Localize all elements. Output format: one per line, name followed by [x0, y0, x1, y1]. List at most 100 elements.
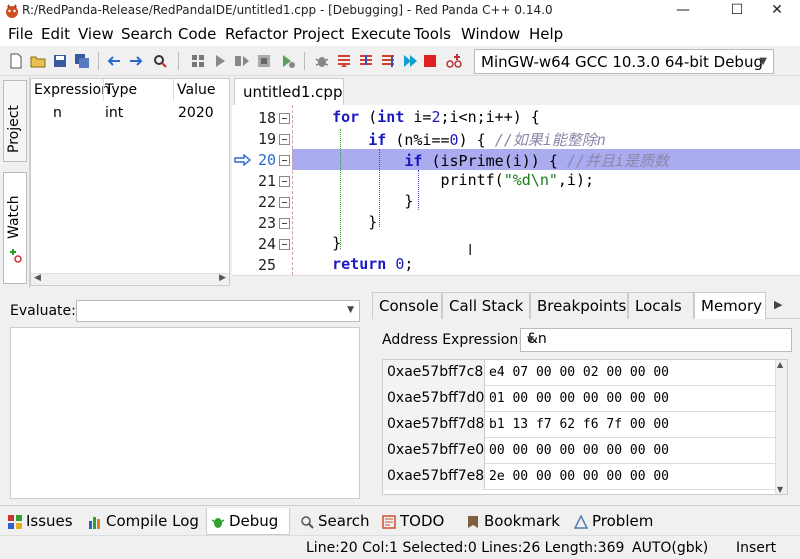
tab-watch[interactable]: Watch — [3, 172, 27, 284]
code-line: } — [296, 192, 414, 210]
fold-toggle-icon[interactable] — [279, 197, 290, 208]
memory-bytes: 2e 00 00 00 00 00 00 00 — [489, 469, 670, 484]
memory-row[interactable]: 0xae57bff7e8 2e 00 00 00 00 00 00 00 — [383, 464, 775, 490]
menu-bar: File Edit View Search Code Refactor Proj… — [0, 22, 800, 46]
chevron-down-icon[interactable]: ▼ — [527, 335, 785, 345]
debug-run-icon[interactable] — [280, 53, 296, 69]
code-line: printf("%d\n",i); — [296, 171, 595, 189]
evaluate-output[interactable] — [10, 327, 360, 499]
rebuild-icon[interactable] — [256, 53, 272, 69]
compiler-set-value: MinGW-w64 GCC 10.3.0 64-bit Debug — [481, 53, 763, 71]
editor-horizontal-scrollbar[interactable] — [232, 275, 800, 287]
tab-debug-label: Debug — [229, 512, 279, 530]
memory-vertical-scrollbar[interactable]: ▲ ▼ — [775, 360, 787, 494]
line-number: 22 — [257, 193, 276, 211]
fold-toggle-icon[interactable] — [279, 239, 290, 250]
address-expression-input[interactable]: &n ▼ — [520, 328, 792, 352]
watch-header-value[interactable]: Value — [177, 82, 215, 98]
save-icon[interactable] — [52, 53, 68, 69]
tab-todo[interactable]: TODO — [378, 508, 458, 535]
menu-view[interactable]: View — [78, 25, 114, 43]
tab-project[interactable]: Project — [3, 80, 27, 162]
new-file-icon[interactable] — [8, 53, 24, 69]
memory-row[interactable]: 0xae57bff7e0 00 00 00 00 00 00 00 00 — [383, 438, 775, 464]
fold-toggle-icon[interactable] — [279, 113, 290, 124]
menu-execute[interactable]: Execute — [351, 25, 411, 43]
tab-debug[interactable]: Debug — [206, 508, 290, 535]
watch-horizontal-scrollbar[interactable]: ◀ ▶ — [31, 273, 229, 285]
left-side-tabs: Project Watch — [0, 76, 30, 288]
step-over-icon[interactable] — [336, 53, 352, 69]
watch-header-expression[interactable]: Expression — [34, 82, 110, 98]
menu-project[interactable]: Project — [293, 25, 344, 43]
window-title: R:/RedPanda-Release/RedPandaIDE/untitled… — [22, 3, 553, 17]
tab-breakpoints[interactable]: Breakpoints — [530, 292, 628, 319]
tab-compile-log-label: Compile Log — [106, 512, 199, 530]
encoding-status[interactable]: AUTO(gbk) — [632, 540, 708, 556]
tab-locals[interactable]: Locals — [628, 292, 694, 319]
open-folder-icon[interactable] — [30, 53, 46, 69]
tab-memory[interactable]: Memory — [694, 292, 766, 319]
line-number: 24 — [257, 235, 276, 253]
menu-window[interactable]: Window — [461, 25, 520, 43]
fold-toggle-icon[interactable] — [279, 134, 290, 145]
step-into-icon[interactable] — [358, 53, 374, 69]
compile-run-icon[interactable] — [234, 53, 250, 69]
memory-bytes: 01 00 00 00 00 00 00 00 — [489, 391, 670, 406]
tab-search[interactable]: Search — [296, 508, 374, 535]
minimize-button[interactable]: — — [660, 0, 706, 22]
fold-toggle-icon[interactable] — [279, 155, 290, 166]
tab-bookmark[interactable]: Bookmark — [462, 508, 562, 535]
tab-memory-label: Memory — [701, 297, 763, 315]
memory-row[interactable]: 0xae57bff7d0 01 00 00 00 00 00 00 00 — [383, 386, 775, 412]
add-watch-icon[interactable] — [446, 53, 462, 69]
close-button[interactable]: ✕ — [754, 0, 800, 22]
tab-todo-label: TODO — [400, 512, 445, 530]
redo-icon[interactable] — [128, 53, 144, 69]
tab-call-stack[interactable]: Call Stack — [442, 292, 530, 319]
menu-search[interactable]: Search — [121, 25, 173, 43]
bookmark-icon — [468, 516, 478, 528]
chevron-right-icon[interactable]: ▶ — [774, 298, 782, 311]
run-icon[interactable] — [212, 53, 228, 69]
tab-search-label: Search — [318, 512, 370, 530]
bar-chart-icon — [89, 517, 100, 529]
line-number: 18 — [257, 109, 276, 127]
debug-bug-icon[interactable] — [314, 53, 330, 69]
memory-row[interactable]: 0xae57bff7c8 e4 07 00 00 02 00 00 00 — [383, 360, 775, 386]
tab-project-label: Project — [6, 105, 22, 153]
compiler-set-select[interactable]: MinGW-w64 GCC 10.3.0 64-bit Debug ▼ — [474, 49, 774, 74]
watch-header-type[interactable]: Type — [105, 82, 137, 98]
chevron-down-icon[interactable]: ▼ — [347, 305, 354, 315]
compile-icon[interactable] — [190, 53, 206, 69]
cursor-position-status: Line:20 Col:1 Selected:0 Lines:26 Length… — [306, 540, 625, 556]
line-number: 23 — [257, 214, 276, 232]
menu-edit[interactable]: Edit — [41, 25, 70, 43]
menu-refactor[interactable]: Refactor — [225, 25, 288, 43]
find-icon[interactable] — [152, 53, 168, 69]
tab-breakpoints-label: Breakpoints — [537, 297, 627, 315]
memory-row[interactable]: 0xae57bff7d8 b1 13 f7 62 f6 7f 00 00 — [383, 412, 775, 438]
fold-toggle-icon[interactable] — [279, 218, 290, 229]
undo-icon[interactable] — [106, 53, 122, 69]
tab-compile-log[interactable]: Compile Log — [84, 508, 202, 535]
tab-console[interactable]: Console — [372, 292, 442, 319]
tab-untitled1[interactable]: untitled1.cpp — [234, 78, 344, 105]
tab-issues[interactable]: Issues — [4, 508, 76, 535]
evaluate-input[interactable]: ▼ — [76, 300, 360, 322]
red-panda-app-icon — [6, 4, 18, 18]
fold-toggle-icon[interactable] — [279, 176, 290, 187]
stop-icon[interactable] — [422, 53, 438, 69]
watch-icon — [10, 249, 22, 263]
continue-icon[interactable] — [402, 53, 418, 69]
menu-tools[interactable]: Tools — [414, 25, 451, 43]
tab-problem[interactable]: Problem — [570, 508, 662, 535]
memory-address: 0xae57bff7e0 — [387, 442, 485, 458]
line-number: 20 — [257, 151, 276, 169]
menu-help[interactable]: Help — [529, 25, 563, 43]
menu-code[interactable]: Code — [178, 25, 216, 43]
menu-file[interactable]: File — [8, 25, 33, 43]
step-out-icon[interactable] — [380, 53, 396, 69]
save-all-icon[interactable] — [74, 53, 90, 69]
code-editor[interactable]: 18 19 20 21 22 23 24 25 for (int i=2;i<n… — [232, 105, 800, 275]
